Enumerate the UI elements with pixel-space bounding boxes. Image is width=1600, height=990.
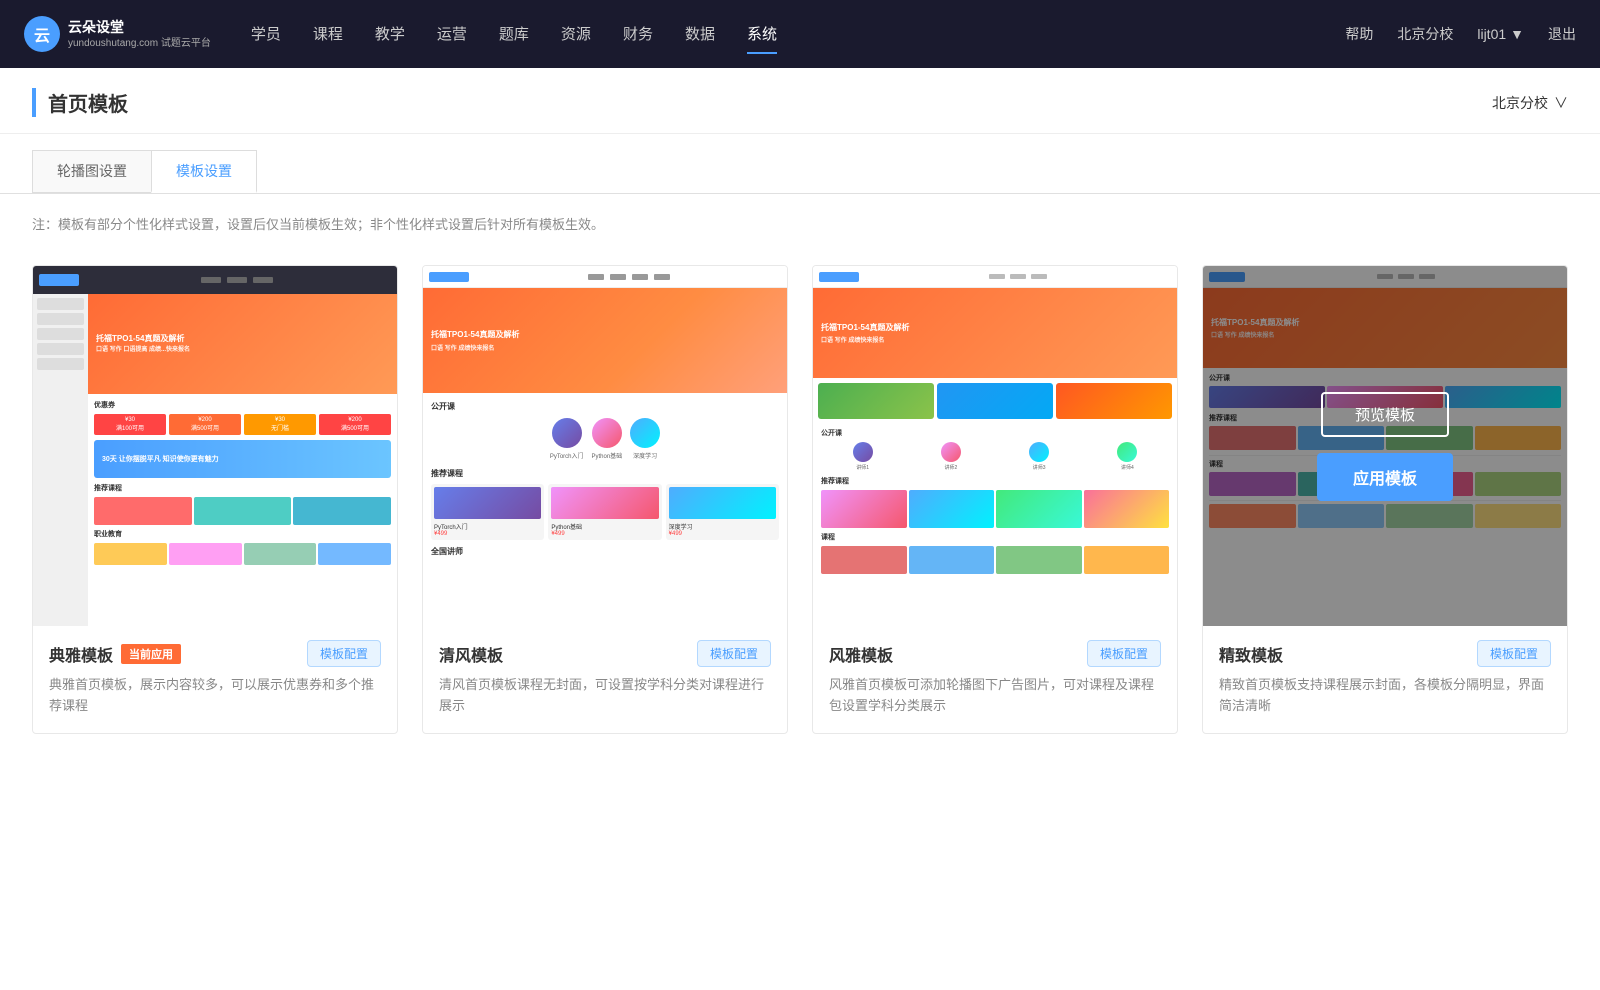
tabs-container: 轮播图设置 模板设置	[0, 134, 1600, 194]
config-button-2[interactable]: 模板配置	[697, 640, 771, 667]
template-name-3: 风雅模板	[829, 642, 893, 666]
logo-icon: 云	[24, 16, 60, 52]
nav-right: 帮助 北京分校 lijt01 ▼ 退出	[1345, 24, 1576, 44]
nav-item-operations[interactable]: 运营	[437, 15, 467, 54]
config-button-4[interactable]: 模板配置	[1477, 640, 1551, 667]
branch-selector[interactable]: 北京分校 ∨	[1492, 93, 1568, 113]
navigation: 云 云朵设堂 yundoushutang.com 试题云平台 学员 课程 教学 …	[0, 0, 1600, 68]
current-badge-1: 当前应用	[121, 644, 181, 664]
template-preview-4[interactable]: 托福TPO1-54真题及解析 口语 写作 成绩快来报名 公开课 推荐课程	[1203, 266, 1567, 626]
note-text: 注：模板有部分个性化样式设置，设置后仅当前模板生效；非个性化样式设置后针对所有模…	[0, 194, 1600, 253]
template-card-3: 托福TPO1-54真题及解析 口语 写作 成绩快来报名 公开课	[812, 265, 1178, 734]
logo-text: 云朵设堂 yundoushutang.com 试题云平台	[68, 18, 211, 49]
chevron-down-icon: ∨	[1554, 93, 1568, 113]
preview-button-4[interactable]: 预览模板	[1321, 392, 1449, 437]
page-content: 首页模板 北京分校 ∨ 轮播图设置 模板设置 注：模板有部分个性化样式设置，设置…	[0, 68, 1600, 990]
template-name-2: 清风模板	[439, 642, 503, 666]
template-overlay-4: 预览模板 应用模板	[1203, 266, 1567, 626]
logo[interactable]: 云 云朵设堂 yundoushutang.com 试题云平台	[24, 16, 211, 52]
template-info-1: 典雅模板 当前应用 模板配置 典雅首页模板，展示内容较多，可以展示优惠券和多个推…	[33, 626, 397, 733]
template-card-2: 托福TPO1-54真题及解析 口语 写作 成绩快来报名 公开课 PyTorch入…	[422, 265, 788, 734]
template-desc-4: 精致首页模板支持课程展示封面，各模板分隔明显，界面简洁清晰	[1219, 675, 1551, 717]
nav-item-resources[interactable]: 资源	[561, 15, 591, 54]
config-button-3[interactable]: 模板配置	[1087, 640, 1161, 667]
template-desc-1: 典雅首页模板，展示内容较多，可以展示优惠券和多个推荐课程	[49, 675, 381, 717]
help-link[interactable]: 帮助	[1345, 24, 1373, 44]
logout-button[interactable]: 退出	[1548, 24, 1576, 44]
template-name-4: 精致模板	[1219, 642, 1283, 666]
template-desc-3: 风雅首页模板可添加轮播图下广告图片，可对课程及课程包设置学科分类展示	[829, 675, 1161, 717]
nav-item-students[interactable]: 学员	[251, 15, 281, 54]
apply-button-4[interactable]: 应用模板	[1317, 453, 1453, 501]
nav-item-questions[interactable]: 题库	[499, 15, 529, 54]
tab-carousel-settings[interactable]: 轮播图设置	[32, 150, 151, 193]
template-info-3: 风雅模板 模板配置 风雅首页模板可添加轮播图下广告图片，可对课程及课程包设置学科…	[813, 626, 1177, 733]
template-info-4: 精致模板 模板配置 精致首页模板支持课程展示封面，各模板分隔明显，界面简洁清晰	[1203, 626, 1567, 733]
nav-item-teaching[interactable]: 教学	[375, 15, 405, 54]
nav-item-courses[interactable]: 课程	[313, 15, 343, 54]
template-preview-1[interactable]: 托福TPO1-54真题及解析 口语 写作 口语提高 成绩...快来报名 优惠券 …	[33, 266, 397, 626]
tab-template-settings[interactable]: 模板设置	[151, 150, 257, 193]
template-desc-2: 清风首页模板课程无封面，可设置按学科分类对课程进行展示	[439, 675, 771, 717]
nav-item-data[interactable]: 数据	[685, 15, 715, 54]
templates-grid: 托福TPO1-54真题及解析 口语 写作 口语提高 成绩...快来报名 优惠券 …	[0, 253, 1600, 774]
page-header: 首页模板 北京分校 ∨	[0, 68, 1600, 134]
nav-menu: 学员 课程 教学 运营 题库 资源 财务 数据 系统	[251, 15, 1346, 54]
template-name-1: 典雅模板 当前应用	[49, 642, 181, 666]
user-menu[interactable]: lijt01 ▼	[1477, 26, 1524, 42]
template-card-4: 托福TPO1-54真题及解析 口语 写作 成绩快来报名 公开课 推荐课程	[1202, 265, 1568, 734]
template-preview-3[interactable]: 托福TPO1-54真题及解析 口语 写作 成绩快来报名 公开课	[813, 266, 1177, 626]
config-button-1[interactable]: 模板配置	[307, 640, 381, 667]
nav-item-system[interactable]: 系统	[747, 15, 777, 54]
nav-item-finance[interactable]: 财务	[623, 15, 653, 54]
template-card-1: 托福TPO1-54真题及解析 口语 写作 口语提高 成绩...快来报名 优惠券 …	[32, 265, 398, 734]
template-info-2: 清风模板 模板配置 清风首页模板课程无封面，可设置按学科分类对课程进行展示	[423, 626, 787, 733]
branch-link[interactable]: 北京分校	[1397, 24, 1453, 44]
page-title: 首页模板	[32, 88, 128, 117]
template-preview-2[interactable]: 托福TPO1-54真题及解析 口语 写作 成绩快来报名 公开课 PyTorch入…	[423, 266, 787, 626]
